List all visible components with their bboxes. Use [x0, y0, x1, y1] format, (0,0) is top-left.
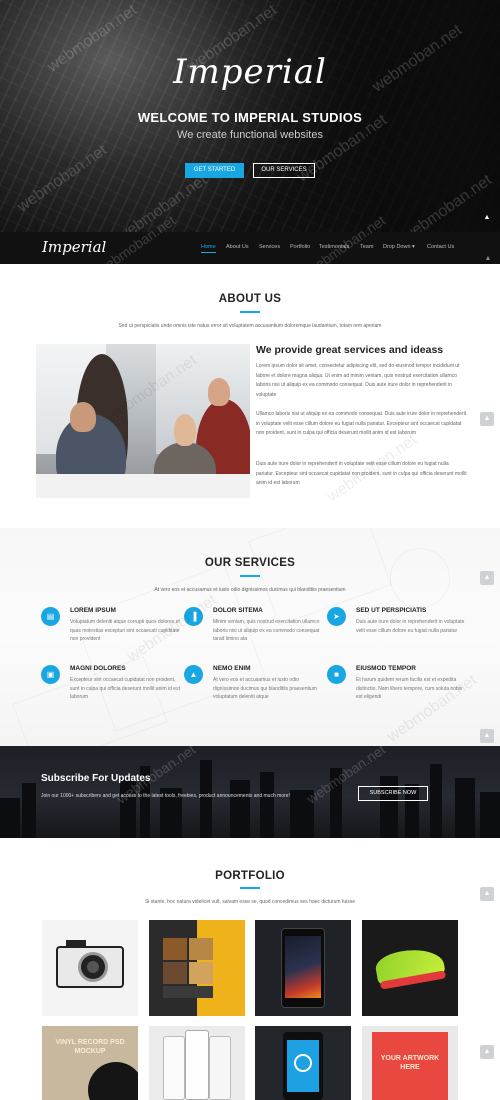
portfolio-item-sneaker[interactable]: [362, 920, 458, 1016]
nav-item-services[interactable]: Services: [259, 244, 280, 250]
portfolio-item-camera[interactable]: [42, 920, 138, 1016]
paper-plane-icon: ➤: [327, 607, 346, 626]
subscribe-title: Subscribe For Updates: [41, 773, 151, 784]
hero-logo: Imperial: [173, 52, 327, 92]
service-text: Et harum quidem rerum facilis est et exp…: [356, 677, 463, 701]
about-title: ABOUT US: [218, 293, 282, 305]
service-title: NEMO ENIM: [213, 665, 251, 672]
service-title: MAGNI DOLORES: [70, 665, 126, 672]
portfolio-item-tablet[interactable]: [255, 920, 351, 1016]
get-started-button[interactable]: GET STARTED: [185, 163, 244, 178]
portfolio-item-gallery[interactable]: [149, 920, 245, 1016]
portfolio-label: YOUR ARTWORK HERE: [380, 1055, 440, 1071]
services-description: At vero eos et accusamus et iusto odio d…: [154, 587, 346, 593]
about-heading: We provide great services and ideass: [256, 344, 444, 356]
nav-item-drop-down[interactable]: Drop Down ▾: [383, 244, 415, 250]
briefcase-icon: ▤: [41, 607, 60, 626]
nav-item-testimonials[interactable]: Testimonials: [319, 244, 349, 250]
hero-subtitle: We create functional websites: [177, 129, 323, 141]
portfolio-label: VINYL RECORD PSD MOCKUP: [55, 1039, 125, 1055]
about-paragraph: Lorem ipsum dolor sit amet, consectetur …: [256, 363, 460, 398]
subscribe-text: Join our 1000+ subscribers and get acces…: [41, 793, 290, 799]
nav-item-about-us[interactable]: About Us: [226, 244, 249, 250]
about-paragraph: Ullamco laboris nisi ut aliquip ex ea co…: [256, 411, 467, 436]
service-title: LOREM IPSUM: [70, 607, 116, 614]
service-text: At vero eos et accusamus et iusto odio d…: [213, 677, 317, 701]
service-text: Minim veniam, quis nostrud exercitation …: [213, 619, 320, 643]
chevron-up-icon[interactable]: ▲: [480, 412, 494, 426]
chevron-up-icon[interactable]: ▲: [482, 254, 494, 264]
portfolio-item-vinyl-record[interactable]: VINYL RECORD PSD MOCKUP: [42, 1026, 138, 1100]
chart-icon: ▐: [184, 607, 203, 626]
subscribe-now-button[interactable]: SUBSCRIBE NOW: [358, 786, 428, 801]
hero-title: WELCOME TO IMPERIAL STUDIOS: [137, 110, 363, 125]
services-title: OUR SERVICES: [204, 557, 296, 569]
portfolio-item-phones[interactable]: [149, 1026, 245, 1100]
service-text: Duis aute irure dolor in reprehenderit i…: [356, 619, 465, 634]
nav-item-portfolio[interactable]: Portfolio: [290, 244, 310, 250]
hero-section: webmoban.net webmoban.net webmoban.net w…: [0, 0, 500, 232]
chevron-up-icon[interactable]: ▲: [480, 887, 494, 901]
service-text: Excepteur sint occaecat cupidatat non pr…: [70, 677, 180, 701]
portfolio-title: PORTFOLIO: [215, 870, 285, 882]
chevron-up-icon[interactable]: ▲: [480, 1045, 494, 1059]
image-icon: ▣: [41, 665, 60, 684]
service-text: Voluptatum deleniti atque corrupti quos …: [70, 619, 180, 643]
service-title: SED UT PERSPICIATIS: [356, 607, 427, 614]
nav-item-contact-us[interactable]: Contact Us: [427, 244, 454, 250]
about-paragraph: Duis aute irure dolor in reprehenderit i…: [256, 461, 467, 486]
team-photo: [36, 344, 250, 498]
portfolio-description: Si stante, hoc natura videlicet vult, sa…: [144, 899, 356, 905]
navbar: Imperial Home About Us Services Portfoli…: [0, 212, 500, 278]
portfolio-item-artwork[interactable]: YOUR ARTWORK HERE: [362, 1026, 458, 1100]
our-services-button[interactable]: OUR SERVICES: [253, 163, 315, 178]
shopping-bag-icon: ■: [327, 665, 346, 684]
road-icon: ▲: [184, 665, 203, 684]
about-description: Sed ut perspiciatis unde omnis iste natu…: [118, 323, 382, 329]
service-title: DOLOR SITEMA: [213, 607, 263, 614]
service-title: EIUSMOD TEMPOR: [356, 665, 416, 672]
chevron-up-icon[interactable]: ▲: [482, 214, 492, 222]
nav-item-team[interactable]: Team: [360, 244, 373, 250]
nav-logo[interactable]: Imperial: [42, 238, 106, 256]
portfolio-item-clock-phone[interactable]: [255, 1026, 351, 1100]
chevron-up-icon[interactable]: ▲: [480, 571, 494, 585]
nav-item-home[interactable]: Home: [201, 244, 216, 253]
chevron-up-icon[interactable]: ▲: [480, 729, 494, 743]
